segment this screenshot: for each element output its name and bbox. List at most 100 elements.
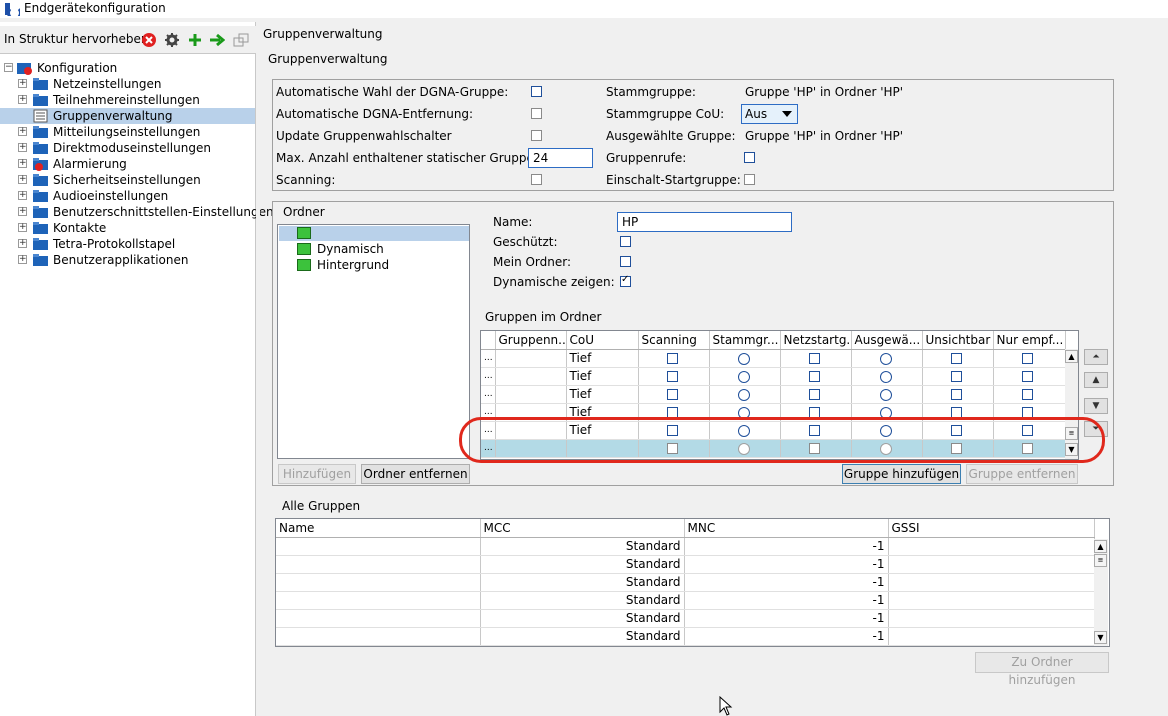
table-row[interactable]: Standard -1 [276, 609, 1095, 628]
scroll-down-icon[interactable]: ▼ [1094, 631, 1107, 644]
scanning-checkbox[interactable] [531, 174, 542, 185]
close-red-icon[interactable] [141, 32, 157, 48]
sidebar-item[interactable]: + Tetra-Protokollstapel [0, 236, 255, 252]
max-groups-field[interactable]: 24 [528, 148, 593, 168]
expand-icon[interactable]: + [18, 159, 27, 168]
protected-checkbox[interactable] [620, 236, 631, 247]
row-checkbox[interactable] [1021, 352, 1033, 364]
arrow-right-green-icon[interactable] [209, 32, 225, 48]
row-checkbox[interactable] [666, 388, 678, 400]
column-header[interactable]: Name [276, 519, 481, 538]
column-header[interactable]: Netzstartg... [780, 331, 852, 350]
name-field[interactable]: HP [617, 212, 792, 232]
column-header[interactable]: MNC [684, 519, 889, 538]
table-row[interactable]: Standard -1 [276, 537, 1095, 556]
row-radio[interactable] [879, 388, 892, 401]
my-folder-checkbox[interactable] [620, 256, 631, 267]
column-header[interactable]: MCC [480, 519, 685, 538]
stammgruppe-cou-select[interactable]: Aus [741, 104, 798, 124]
all-groups-table[interactable]: Name MCC MNC GSSI Standard -1 Standard -1 Stand… [275, 518, 1110, 647]
column-header[interactable]: Scanning [638, 331, 710, 350]
row-radio[interactable] [879, 370, 892, 383]
row-checkbox[interactable] [666, 352, 678, 364]
auto-dgna-checkbox[interactable] [531, 86, 542, 97]
startup-group-checkbox[interactable] [744, 174, 755, 185]
sidebar-item[interactable]: + Netzeinstellungen [0, 76, 255, 92]
row-checkbox[interactable] [950, 352, 962, 364]
all-groups-scrollbar[interactable]: ▲ ≡ ▼ [1094, 539, 1108, 646]
sidebar-item[interactable]: + Direktmoduseinstellungen [0, 140, 255, 156]
row-radio[interactable] [737, 352, 750, 365]
group-name-cell[interactable] [495, 367, 567, 386]
column-header[interactable]: Nur empf... [993, 331, 1066, 350]
row-checkbox[interactable] [1021, 370, 1033, 382]
group-name-cell[interactable] [495, 385, 567, 404]
row-radio[interactable] [737, 388, 750, 401]
expand-icon[interactable]: + [18, 255, 27, 264]
collapse-icon[interactable]: − [4, 63, 13, 72]
scroll-up-icon[interactable]: ▲ [1065, 350, 1078, 363]
folder-tree-item[interactable] [279, 226, 469, 241]
row-radio[interactable] [879, 352, 892, 365]
table-row[interactable]: ... Tief [481, 385, 1066, 404]
gear-icon[interactable] [164, 32, 180, 48]
sidebar-item[interactable]: + Benutzerapplikationen [0, 252, 255, 268]
add-to-folder-button[interactable]: Zu Ordner hinzufügen [975, 652, 1109, 687]
sidebar-item[interactable]: + Mitteilungseinstellungen [0, 124, 255, 140]
column-header-lead[interactable] [481, 331, 496, 350]
table-row[interactable]: Standard -1 [276, 627, 1095, 646]
row-checkbox[interactable] [1021, 406, 1033, 418]
column-header[interactable]: CoU [566, 331, 639, 350]
folder-tree[interactable]: Dynamisch Hintergrund [277, 224, 470, 459]
windows-icon[interactable] [233, 32, 249, 48]
move-up-button[interactable]: ▲ [1084, 372, 1108, 388]
table-row[interactable]: ... Tief [481, 349, 1066, 368]
cou-cell[interactable]: Tief [566, 385, 639, 404]
row-checkbox[interactable] [950, 370, 962, 382]
remove-group-button[interactable]: Gruppe entfernen [966, 464, 1078, 484]
auto-dgna-removal-checkbox[interactable] [531, 108, 542, 119]
column-header[interactable]: Gruppenn... [495, 331, 567, 350]
move-top-button[interactable]: ⏶ [1084, 349, 1108, 365]
folder-tree-item[interactable]: Dynamisch [279, 242, 469, 257]
scroll-thumb-icon[interactable]: ≡ [1094, 554, 1107, 567]
expand-icon[interactable]: + [18, 79, 27, 88]
expand-icon[interactable]: + [18, 239, 27, 248]
column-header[interactable]: Stammgr... [709, 331, 781, 350]
add-button[interactable]: Hinzufügen [278, 464, 356, 484]
table-row[interactable]: Standard -1 [276, 591, 1095, 610]
plus-green-icon[interactable] [187, 32, 203, 48]
table-row[interactable]: Standard -1 [276, 573, 1095, 592]
row-checkbox[interactable] [808, 388, 820, 400]
row-checkbox[interactable] [950, 388, 962, 400]
column-header[interactable]: Unsichtbar [922, 331, 994, 350]
cou-cell[interactable]: Tief [566, 367, 639, 386]
expand-icon[interactable]: + [18, 175, 27, 184]
sidebar-item[interactable]: + Audioeinstellungen [0, 188, 255, 204]
row-radio[interactable] [737, 370, 750, 383]
expand-icon[interactable]: + [18, 127, 27, 136]
sidebar-item[interactable]: Gruppenverwaltung [0, 108, 255, 124]
group-name-cell[interactable] [495, 349, 567, 368]
sidebar-item[interactable]: + Kontakte [0, 220, 255, 236]
row-checkbox[interactable] [666, 406, 678, 418]
group-calls-checkbox[interactable] [744, 152, 755, 163]
move-down-button[interactable]: ▼ [1084, 398, 1108, 414]
scroll-up-icon[interactable]: ▲ [1094, 540, 1107, 553]
row-checkbox[interactable] [808, 406, 820, 418]
sidebar-item[interactable]: + Sicherheitseinstellungen [0, 172, 255, 188]
remove-folder-button[interactable]: Ordner entfernen [361, 464, 470, 484]
table-row[interactable]: Standard -1 [276, 555, 1095, 574]
folder-tree-item[interactable]: Hintergrund [279, 258, 469, 273]
expand-icon[interactable]: + [18, 191, 27, 200]
expand-icon[interactable]: + [18, 207, 27, 216]
expand-icon[interactable]: + [18, 143, 27, 152]
column-header[interactable]: GSSI [888, 519, 1095, 538]
show-dynamic-checkbox[interactable] [620, 274, 631, 287]
sidebar-item[interactable]: + Alarmierung [0, 156, 255, 172]
update-switch-checkbox[interactable] [531, 130, 542, 141]
row-checkbox[interactable] [808, 352, 820, 364]
cou-cell[interactable]: Tief [566, 349, 639, 368]
expand-icon[interactable]: + [18, 223, 27, 232]
expand-icon[interactable]: + [18, 95, 27, 104]
